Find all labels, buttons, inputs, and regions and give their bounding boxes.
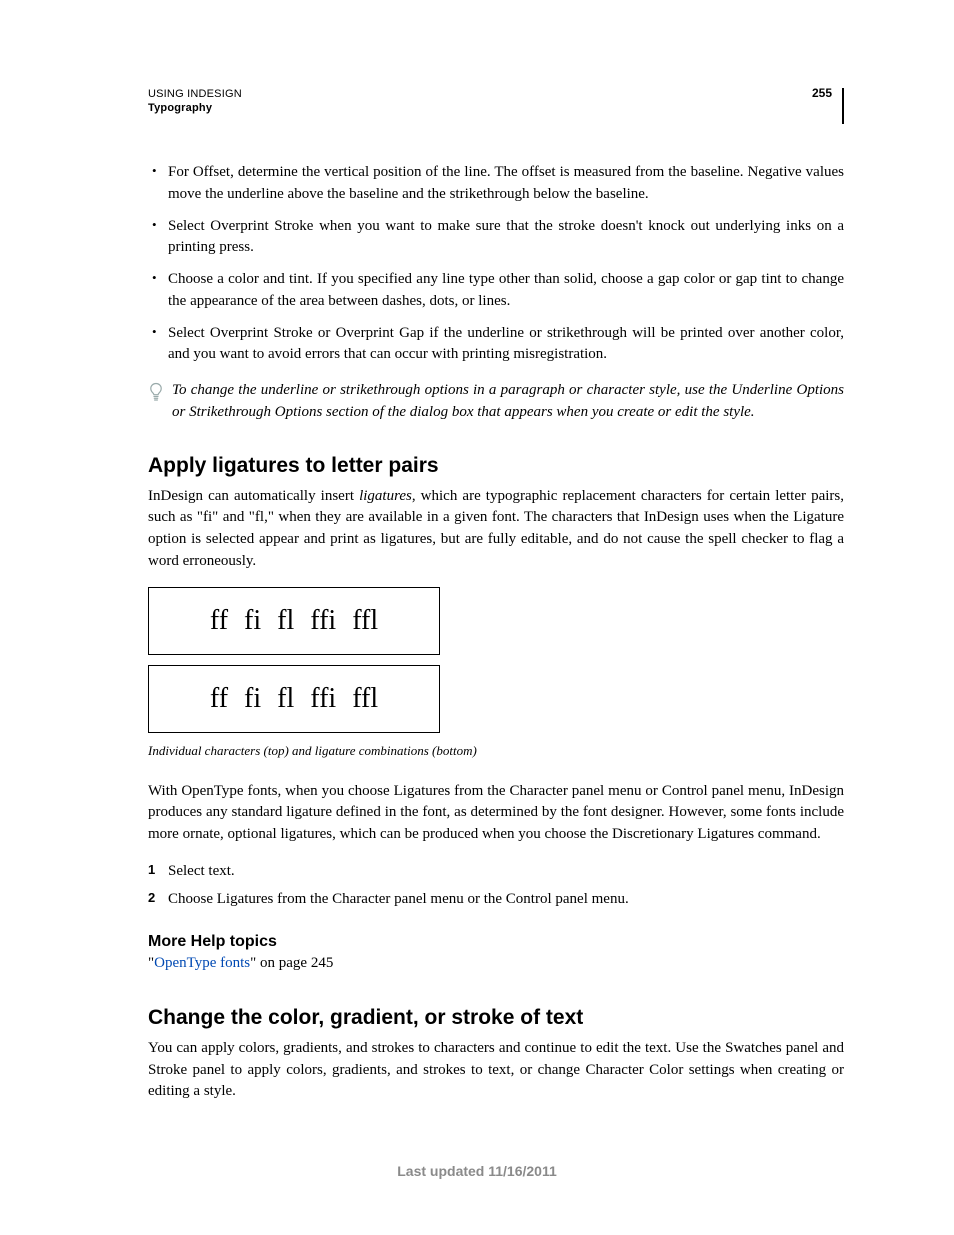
text: " on page 245 bbox=[250, 955, 333, 971]
figure-caption: Individual characters (top) and ligature… bbox=[148, 743, 844, 759]
bullet-item: Choose a color and tint. If you specifie… bbox=[148, 269, 844, 313]
glyph: fi bbox=[244, 683, 261, 715]
ligature-example-individual: ff fi fl ffi ffl bbox=[148, 587, 440, 655]
steps-list: Select text. Choose Ligatures from the C… bbox=[148, 860, 844, 911]
glyph: ffl bbox=[352, 683, 378, 715]
glyph: fi bbox=[244, 605, 261, 637]
page-number: 255 bbox=[812, 86, 832, 100]
options-bullet-list: For Offset, determine the vertical posit… bbox=[148, 162, 844, 366]
running-head-left: USING INDESIGN Typography bbox=[148, 88, 830, 114]
more-help-line: "OpenType fonts" on page 245 bbox=[148, 955, 844, 972]
text: InDesign can automatically insert bbox=[148, 488, 359, 504]
tip-text: To change the underline or strikethrough… bbox=[172, 380, 844, 424]
bullet-item: Select Overprint Stroke or Overprint Gap… bbox=[148, 323, 844, 367]
more-help-heading: More Help topics bbox=[148, 933, 844, 951]
emphasis-ligatures: ligatures bbox=[359, 488, 412, 504]
ligatures-body-2: With OpenType fonts, when you choose Lig… bbox=[148, 781, 844, 846]
step-item: Select text. bbox=[148, 860, 844, 883]
step-item: Choose Ligatures from the Character pane… bbox=[148, 888, 844, 911]
document-section: Typography bbox=[148, 102, 830, 114]
glyph: ff bbox=[210, 605, 228, 637]
change-color-body: You can apply colors, gradients, and str… bbox=[148, 1038, 844, 1103]
running-head: USING INDESIGN Typography 255 bbox=[148, 88, 844, 124]
tip-note: To change the underline or strikethrough… bbox=[148, 380, 844, 424]
bullet-item: For Offset, determine the vertical posit… bbox=[148, 162, 844, 206]
glyph: ffi bbox=[310, 683, 336, 715]
heading-ligatures: Apply ligatures to letter pairs bbox=[148, 454, 844, 478]
footer-last-updated: Last updated 11/16/2011 bbox=[0, 1163, 954, 1179]
heading-change-color: Change the color, gradient, or stroke of… bbox=[148, 1006, 844, 1030]
ligature-figure: ff fi fl ffi ffl ff fi fl ffi ffl bbox=[148, 587, 844, 733]
link-opentype-fonts[interactable]: OpenType fonts bbox=[154, 955, 250, 971]
glyph: fl bbox=[277, 683, 294, 715]
glyph: ff bbox=[210, 683, 228, 715]
ligature-example-combined: ff fi fl ffi ffl bbox=[148, 665, 440, 733]
lightbulb-icon bbox=[148, 382, 166, 410]
glyph: ffi bbox=[310, 605, 336, 637]
document-title: USING INDESIGN bbox=[148, 88, 830, 100]
glyph: fl bbox=[277, 605, 294, 637]
page: USING INDESIGN Typography 255 For Offset… bbox=[0, 0, 954, 1235]
glyph: ffl bbox=[352, 605, 378, 637]
ligatures-intro: InDesign can automatically insert ligatu… bbox=[148, 486, 844, 573]
bullet-item: Select Overprint Stroke when you want to… bbox=[148, 216, 844, 260]
